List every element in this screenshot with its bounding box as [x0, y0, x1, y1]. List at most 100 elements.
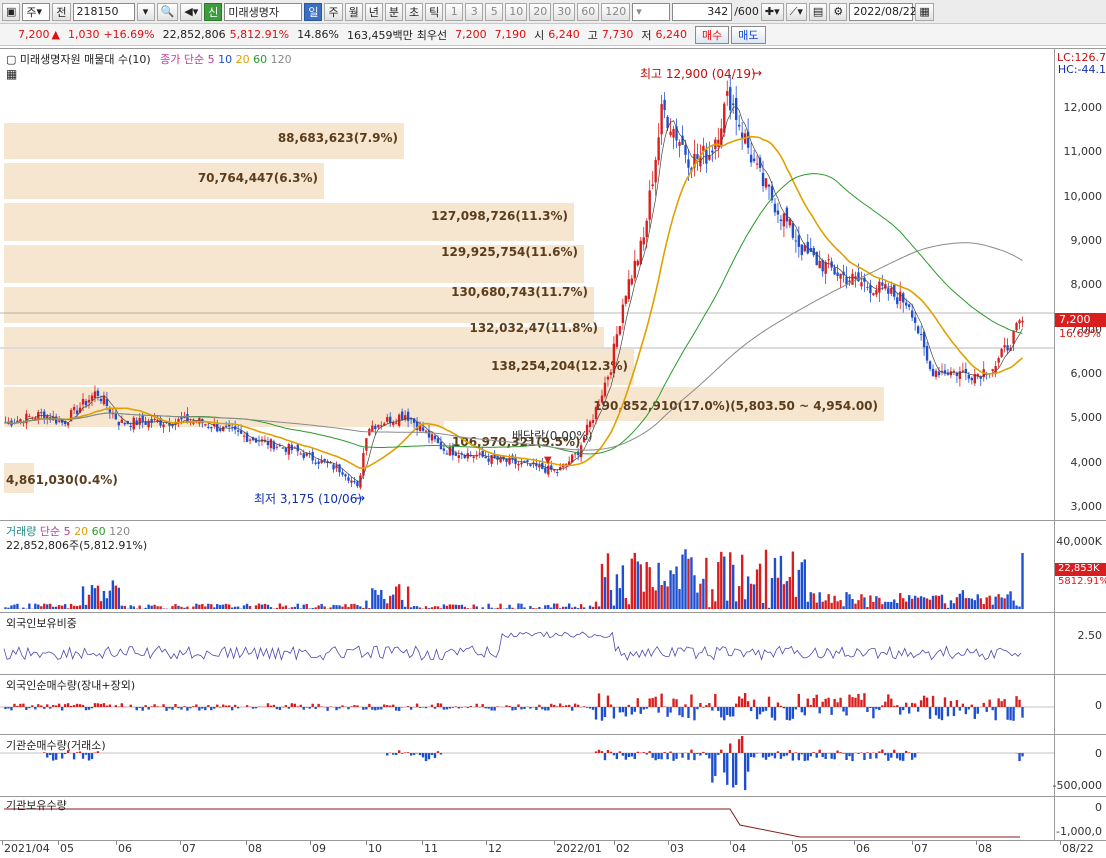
volume-bar	[794, 596, 798, 609]
institution-net-panel[interactable]: 기관순매수량(거래소) 0 -500,000	[0, 734, 1106, 797]
ma-120: 120	[270, 53, 292, 66]
foreign-net-bar	[794, 707, 798, 710]
volume-chart[interactable]	[0, 521, 1054, 613]
foreign-net-bar	[207, 705, 210, 707]
open-price: 6,240	[548, 28, 580, 41]
institution-net-bar	[803, 753, 806, 761]
price-panel[interactable]: 88,683,623(7.9%) 70,764,447(6.3%) 127,098,…	[0, 48, 1106, 521]
interval-5[interactable]: 5	[485, 2, 504, 21]
interval-input[interactable]: ▾	[632, 2, 671, 21]
candle-body	[931, 368, 935, 376]
foreign-net-bar	[430, 704, 434, 707]
foreign-net-bar	[1003, 699, 1006, 707]
institution-net-chart[interactable]	[0, 735, 1054, 797]
foreign-net-bar	[639, 707, 642, 714]
period-month[interactable]: 월	[344, 2, 363, 21]
volume-bar	[490, 607, 493, 609]
volume-bar	[332, 604, 335, 609]
candle-body	[365, 438, 368, 451]
sell-button[interactable]: 매도	[731, 25, 766, 44]
x-tick: 03	[670, 842, 684, 855]
volume-bar	[389, 595, 392, 609]
candle-body	[970, 377, 973, 381]
foreign-net-bar	[37, 704, 40, 707]
institution-net-bar	[430, 753, 434, 755]
volume-bar	[96, 585, 100, 609]
draw-tool-icon[interactable]: ⟋▾	[785, 2, 807, 21]
market-select[interactable]: 주 ▾	[22, 2, 51, 21]
sound-icon[interactable]: ◀▾	[180, 2, 203, 21]
interval-1[interactable]: 1	[445, 2, 464, 21]
period-minute[interactable]: 분	[384, 2, 403, 21]
foreign-net-bar	[120, 703, 123, 707]
foreign-net-bar	[702, 707, 705, 708]
interval-60[interactable]: 60	[577, 2, 600, 21]
grid-icon[interactable]: ▦	[6, 67, 17, 81]
stock-code-input[interactable]: 218150	[72, 2, 135, 21]
institution-net-bar	[618, 751, 622, 753]
period-tick[interactable]: 틱	[425, 2, 444, 21]
volume-bar	[943, 603, 947, 609]
x-tick: 08	[978, 842, 992, 855]
interval-120[interactable]: 120	[601, 2, 631, 21]
x-tick: 04	[732, 842, 746, 855]
candle-body	[573, 453, 577, 455]
volume-bar	[824, 600, 827, 609]
foreign-net-bar	[347, 707, 350, 710]
candle-body	[952, 370, 956, 372]
count-input[interactable]: 342	[672, 2, 733, 21]
institution-net-bar	[395, 753, 398, 755]
institution-net-bar	[714, 753, 717, 776]
foreign-net-panel[interactable]: 외국인순매수량(장내+장외) 0	[0, 674, 1106, 735]
foreign-net-bar	[779, 705, 783, 707]
candle-body	[526, 460, 529, 463]
code-dropdown-icon[interactable]: ▾	[136, 2, 155, 21]
foreign-ownership-chart[interactable]	[0, 613, 1054, 675]
candle-body	[353, 480, 356, 483]
institution-net-bar	[788, 750, 792, 753]
interval-3[interactable]: 3	[465, 2, 484, 21]
jeon-button[interactable]: 전	[52, 2, 71, 21]
period-year[interactable]: 년	[364, 2, 383, 21]
volume-panel[interactable]: 거래량 단순 5 20 60 120 22,852,806주(5,812.91%…	[0, 520, 1106, 613]
foreign-net-bar	[624, 707, 628, 717]
interval-20[interactable]: 20	[529, 2, 552, 21]
save-icon[interactable]: ▤	[808, 2, 828, 21]
gear-icon[interactable]: ⚙	[829, 2, 848, 21]
price-chart[interactable]: →→▼	[0, 49, 1054, 521]
search-icon[interactable]: 🔍	[156, 2, 179, 21]
window-icon[interactable]: ▣	[2, 2, 21, 21]
foreign-net-bar	[371, 707, 374, 710]
volume-bar	[970, 598, 973, 609]
foreign-net-bar	[714, 693, 717, 707]
foreign-ownership-panel[interactable]: 외국인보유비중 2.50	[0, 612, 1106, 675]
interval-10[interactable]: 10	[505, 2, 528, 21]
institution-holding-panel[interactable]: 기관보유수량 0 -1,000,0	[0, 796, 1106, 841]
volume-bar	[117, 587, 121, 609]
volume-bar	[463, 606, 466, 609]
volume-bar	[603, 577, 607, 609]
volume-bar	[1003, 598, 1006, 609]
volume-bar	[878, 597, 881, 609]
institution-net-bar	[851, 753, 854, 762]
candle-body	[210, 427, 213, 429]
volume-bar	[988, 595, 991, 609]
date-input[interactable]: 2022/08/22	[849, 2, 917, 21]
volume-bar	[374, 589, 377, 609]
crosshair-icon[interactable]: ✚▾	[760, 2, 784, 21]
volume-bar	[183, 607, 186, 609]
foreign-net-chart[interactable]	[0, 675, 1054, 735]
calendar-icon[interactable]: ▦	[915, 2, 934, 21]
volume-bar	[511, 607, 514, 609]
institution-holding-chart[interactable]	[0, 797, 1054, 841]
period-week[interactable]: 주	[324, 2, 343, 21]
volume-bar	[52, 606, 55, 609]
period-second[interactable]: 초	[404, 2, 424, 21]
buy-button[interactable]: 매수	[695, 25, 730, 44]
foreign-net-bar	[308, 707, 311, 709]
period-day[interactable]: 일	[304, 2, 323, 21]
institution-net-bar	[84, 753, 88, 755]
interval-30[interactable]: 30	[553, 2, 576, 21]
candle-body	[386, 417, 389, 422]
candle-body	[905, 302, 908, 306]
